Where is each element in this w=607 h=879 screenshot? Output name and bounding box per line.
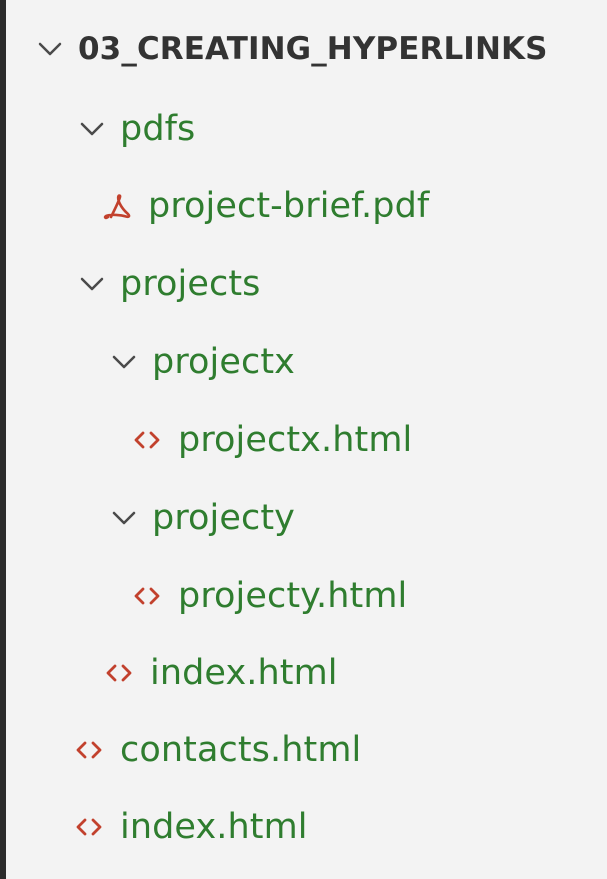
html-code-icon xyxy=(132,581,162,611)
html-code-icon xyxy=(132,425,162,455)
file-label: project-brief.pdf xyxy=(148,185,430,226)
folder-projects[interactable]: projects xyxy=(6,249,607,319)
folder-projectx[interactable]: projectx xyxy=(6,327,607,397)
folder-label: projects xyxy=(120,263,261,304)
folder-label: projectx xyxy=(152,341,295,382)
pdf-icon xyxy=(102,191,132,221)
file-projectx-html[interactable]: projectx.html xyxy=(6,405,607,475)
explorer-tree: 03_CREATING_HYPERLINKS pdfs project-brie… xyxy=(0,0,607,879)
html-code-icon xyxy=(74,735,104,765)
html-code-icon xyxy=(74,812,104,842)
html-code-icon xyxy=(104,658,134,688)
file-label: projecty.html xyxy=(178,575,408,616)
file-label: contacts.html xyxy=(120,729,362,770)
file-project-brief-pdf[interactable]: project-brief.pdf xyxy=(6,171,607,241)
file-projecty-html[interactable]: projecty.html xyxy=(6,561,607,631)
chevron-down-icon[interactable] xyxy=(110,504,138,532)
folder-projecty[interactable]: projecty xyxy=(6,483,607,553)
chevron-down-icon[interactable] xyxy=(36,35,64,63)
file-label: projectx.html xyxy=(178,419,413,460)
folder-label: pdfs xyxy=(120,108,196,149)
workspace-root-label: 03_CREATING_HYPERLINKS xyxy=(78,30,548,67)
workspace-root-folder[interactable]: 03_CREATING_HYPERLINKS xyxy=(6,14,607,84)
file-root-index-html[interactable]: index.html xyxy=(6,792,607,862)
folder-label: projecty xyxy=(152,497,295,538)
chevron-down-icon[interactable] xyxy=(78,270,106,298)
folder-pdfs[interactable]: pdfs xyxy=(6,94,607,164)
file-label: index.html xyxy=(120,806,308,847)
chevron-down-icon[interactable] xyxy=(78,115,106,143)
chevron-down-icon[interactable] xyxy=(110,348,138,376)
file-projects-index-html[interactable]: index.html xyxy=(6,638,607,708)
file-contacts-html[interactable]: contacts.html xyxy=(6,715,607,785)
file-label: index.html xyxy=(150,652,338,693)
